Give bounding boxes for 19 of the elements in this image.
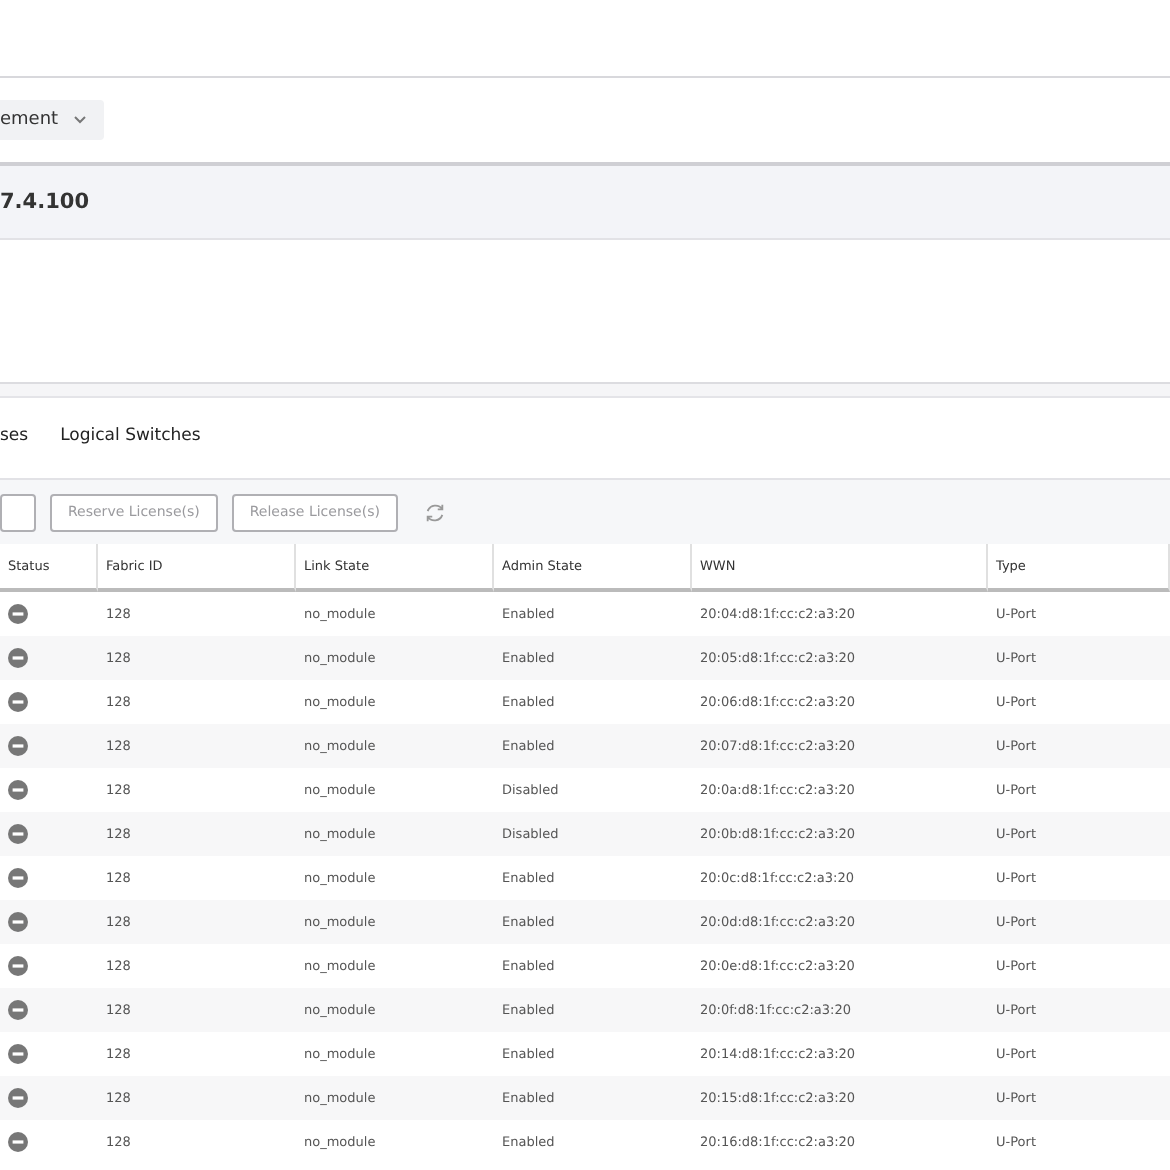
status-icon [8,692,28,712]
status-icon [8,1044,28,1064]
chevron-down-icon [74,116,87,124]
status-icon [8,1132,28,1152]
ip-address: 7.4.100 [0,190,90,214]
status-icon [8,736,28,756]
refresh-icon[interactable] [423,501,446,523]
status-icon [8,824,28,844]
status-icon [8,912,28,932]
status-icon [8,868,28,888]
status-icon [8,648,28,668]
tab[interactable]: ses [0,418,29,458]
dropdown[interactable]: ement [0,100,105,140]
status-icon [8,780,28,800]
status-icon [8,1088,28,1108]
status-icon [8,1000,28,1020]
status-icon [8,604,28,624]
tab[interactable]: Logical Switches [60,418,201,458]
status-icon [8,956,28,976]
